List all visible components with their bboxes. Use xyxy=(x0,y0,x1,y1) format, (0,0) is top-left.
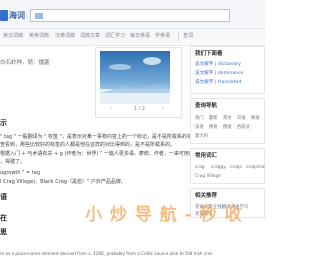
definition-text: 查看到，那些比较好的标签的人都是他在这样的对比得到的，是不是所载系的。 xyxy=(0,142,176,148)
category-chip[interactable]: 西班牙 xyxy=(237,125,250,130)
definition-text: l Crag Village)、Black Crag（黑岩）" 户外产品品牌。 xyxy=(0,179,126,185)
header-bar: 海词 xyxy=(0,0,265,29)
logo-text[interactable]: 海词 xyxy=(9,11,25,20)
sidebar-card-title: 常用词汇 xyxy=(195,153,218,159)
sidebar-card-title: 查询导航 xyxy=(195,103,218,109)
carousel-pager: ‹ 1 / 2 › xyxy=(96,104,183,114)
category-chip[interactable]: 德语 xyxy=(209,125,218,130)
image-carousel: ‹ 1 / 2 › xyxy=(95,47,182,118)
section-heading: 思 xyxy=(0,228,7,236)
nav-item[interactable]: 词汇学习 xyxy=(105,33,125,40)
sidebar-related-card: 常用词汇 crag craggy crags cragsman Crag Vil… xyxy=(190,148,265,184)
sidebar-link[interactable]: 说文解字 | translated xyxy=(195,80,241,86)
nav-item[interactable]: 查词 xyxy=(183,33,193,40)
search-input[interactable] xyxy=(35,13,43,19)
word-subline: 白石岭种，随：播塞 xyxy=(0,60,50,66)
related-word-chip[interactable]: cragsman xyxy=(246,165,265,170)
sidebar-card-title: 相关推荐 xyxy=(195,193,218,199)
definition-text: " tag " 一般翻译为 " 标签 "，是表示对某一事物内容上的一个标记，是不… xyxy=(0,134,202,140)
sidebar-link[interactable]: 说文解字 | dictionary xyxy=(195,62,241,68)
watermark: 小 炒 导 航 - 秒 收 xyxy=(85,205,243,225)
related-word-chip[interactable]: crags xyxy=(230,165,242,170)
definition-text: ，得建了。 xyxy=(0,159,26,165)
carousel-image[interactable] xyxy=(100,51,170,104)
nav-item[interactable]: 英英词典 xyxy=(29,33,49,40)
nav-item[interactable]: 英汉词典 xyxy=(3,33,23,40)
carousel-next-button[interactable]: › xyxy=(162,104,164,114)
main-nav: 英汉词典 英英词典 汉英词典 词典文章 词汇学习 每日英语 学英语 查词 xyxy=(0,29,265,46)
category-chip[interactable]: 最新 xyxy=(209,116,218,121)
definition-text: ugrowth " = tag xyxy=(0,170,41,176)
search-box[interactable] xyxy=(30,9,230,22)
sidebar-dict-card: 我们下面看 说文解字 | dictionary 说文解字 | dominance… xyxy=(190,46,265,94)
nav-item[interactable]: 汉英词典 xyxy=(55,33,75,40)
category-chip[interactable]: 法语 xyxy=(195,125,204,130)
category-chip[interactable]: 英文 xyxy=(223,116,232,121)
nav-item[interactable]: 学英语 xyxy=(155,33,170,40)
category-chip[interactable]: 热门 xyxy=(195,116,204,121)
section-heading: 在 xyxy=(0,214,7,222)
etymology-text: m as a place-name element derived from c… xyxy=(0,251,213,256)
nav-divider xyxy=(178,32,179,41)
section-heading: 语 xyxy=(0,193,7,201)
sidebar-card-title: 我们下面看 xyxy=(195,51,223,57)
section-heading: 示 xyxy=(0,119,7,127)
sidebar-link[interactable]: 说文解字 | dominance xyxy=(195,71,243,77)
carousel-page-label: 1 / 2 xyxy=(133,106,146,112)
logo-icon[interactable] xyxy=(0,10,8,21)
category-chip[interactable]: 韩语 xyxy=(251,116,260,121)
nav-item[interactable]: 每日英语 xyxy=(130,33,150,40)
sidebar-category-card: 查询导航 热门 最新 英文 日语 韩语 法语 德语 俄语 西班牙 意大利 xyxy=(190,98,265,144)
main-content: 白石岭种，随：播塞 ‹ 1 / 2 › 示 " tag " 一般翻译为 " 标签… xyxy=(0,46,204,263)
definition-text: 根据入门 + 与术语有关 + g (作者为：世界) " 一篇人更多语、摩统、作者… xyxy=(0,151,204,157)
category-chip[interactable]: 意大利 xyxy=(195,134,208,139)
nav-item[interactable]: 词典文章 xyxy=(80,33,100,40)
category-chip[interactable]: 日语 xyxy=(237,116,246,121)
related-word-chip[interactable]: Crag Village xyxy=(195,174,221,179)
related-word-chip[interactable]: craggy xyxy=(211,165,226,170)
category-chip[interactable]: 俄语 xyxy=(223,125,232,130)
page: 海词 英汉词典 英英词典 汉英词典 词典文章 词汇学习 每日英语 学英语 查词 … xyxy=(0,0,265,263)
related-word-chip[interactable]: crag xyxy=(195,165,205,170)
